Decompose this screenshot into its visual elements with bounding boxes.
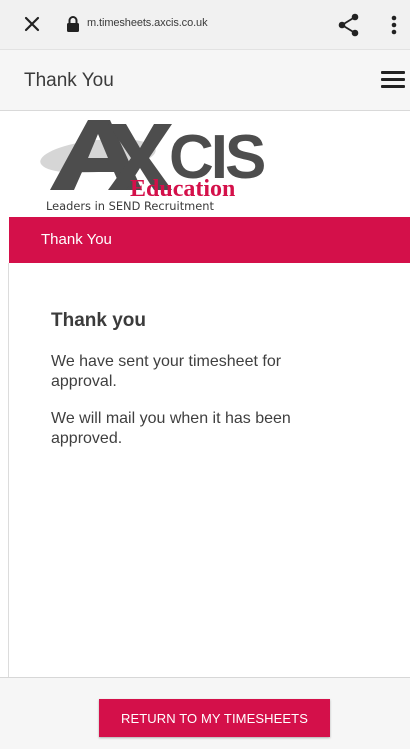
page-title: Thank You bbox=[24, 70, 114, 91]
more-vertical-icon[interactable] bbox=[386, 13, 402, 37]
browser-toolbar: m.timesheets.axcis.co.uk bbox=[0, 0, 410, 50]
banner-title: Thank You bbox=[41, 231, 112, 248]
lock-icon bbox=[66, 15, 82, 33]
share-icon[interactable] bbox=[336, 12, 362, 38]
app-header: Thank You bbox=[0, 50, 410, 111]
return-to-timesheets-button[interactable]: RETURN TO MY TIMESHEETS bbox=[99, 699, 330, 737]
confirmation-heading: Thank you bbox=[51, 310, 147, 331]
close-icon[interactable] bbox=[21, 13, 43, 35]
axcis-education-logo: CIS Education Leaders in SEND Recruitmen… bbox=[38, 112, 268, 216]
page-banner: Thank You bbox=[9, 217, 410, 263]
logo-tagline: Leaders in SEND Recruitment bbox=[46, 199, 214, 213]
confirmation-sent-text: We have sent your timesheet for approval… bbox=[51, 353, 282, 390]
footer-bar: RETURN TO MY TIMESHEETS bbox=[0, 677, 410, 749]
address-bar-url[interactable]: m.timesheets.axcis.co.uk bbox=[87, 17, 208, 29]
confirmation-message: Thank you We have sent your timesheet fo… bbox=[51, 310, 351, 466]
hamburger-menu-icon[interactable] bbox=[381, 71, 407, 91]
confirmation-mail-text: We will mail you when it has been approv… bbox=[51, 410, 291, 447]
